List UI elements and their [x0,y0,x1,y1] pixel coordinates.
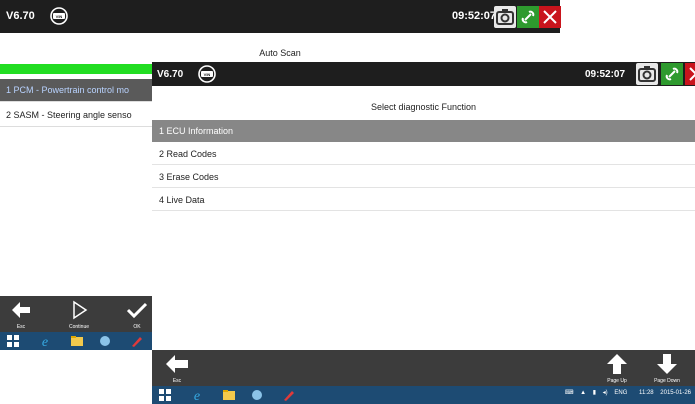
menu-item-live-data[interactable]: 4 Live Data [152,189,695,211]
play-icon [73,300,88,320]
menu-item-erase-codes[interactable]: 3 Erase Codes [152,166,695,188]
internet-explorer-icon[interactable]: e [38,334,52,348]
taskbar: e [0,332,155,350]
screenshot-button[interactable] [636,63,658,85]
menu-item-read-codes[interactable]: 2 Read Codes [152,143,695,165]
chevron-up-icon[interactable]: ▲ [580,390,586,396]
scan-progress-bar [0,64,155,74]
close-icon [689,67,695,81]
camera-icon [638,66,656,82]
svg-text:e: e [42,335,48,348]
page-title: Auto Scan [259,48,301,58]
file-explorer-icon[interactable] [70,334,84,348]
windows-start-icon[interactable] [158,388,172,402]
link-icon [665,67,679,81]
checkmark-icon [126,302,148,319]
close-button[interactable] [685,63,695,85]
taskbar: e ⌨ ▲ ▮ ◂) ENG 11:28 2015-01-26 [152,386,695,404]
page-down-button[interactable]: Page Down [648,350,686,386]
internet-explorer-icon[interactable]: e [190,388,204,402]
vin-scan-icon[interactable]: VIN [46,7,72,25]
network-icon[interactable]: ▮ [593,390,596,396]
ok-button[interactable]: OK [118,296,156,332]
arrow-down-icon [657,354,677,374]
esc-button[interactable]: Esc [158,350,196,386]
close-icon [543,10,557,24]
clock: 09:52:07 [585,69,626,80]
language-indicator[interactable]: ENG [614,390,627,396]
app-icon[interactable] [250,388,264,402]
link-icon [521,10,535,24]
pen-icon[interactable] [130,334,144,348]
volume-icon[interactable]: ◂) [603,390,608,396]
svg-text:VIN: VIN [56,14,63,19]
screenshot-button[interactable] [494,6,516,28]
svg-text:VIN: VIN [204,72,211,77]
connect-button[interactable] [661,63,683,85]
file-explorer-icon[interactable] [222,388,236,402]
arrow-up-icon [607,354,627,374]
tray-clock: 11:28 2015-01-26 [639,390,691,396]
vin-scan-icon[interactable]: VIN [194,65,220,83]
keyboard-icon[interactable]: ⌨ [565,390,574,396]
bottom-toolbar: Esc Continue OK [0,296,155,332]
top-bar: V6.70 VIN 09:52:07 [152,62,695,86]
bottom-toolbar: Esc Page Up Page Down [152,350,695,386]
page-up-button[interactable]: Page Up [598,350,636,386]
list-item[interactable]: 1 PCM - Powertrain control mo [0,79,155,102]
esc-button[interactable]: Esc [2,296,40,332]
list-item[interactable]: 2 SASM - Steering angle senso [0,104,155,127]
diagnostic-function-window: V6.70 VIN 09:52:07 Select diagnostic Fun… [152,62,695,404]
clock: 09:52:07 [452,10,497,22]
page-title: Select diagnostic Function [370,102,477,112]
menu-item-ecu-information[interactable]: 1 ECU Information [152,120,695,142]
connect-button[interactable] [517,6,539,28]
system-tray: ⌨ ▲ ▮ ◂) ENG 11:28 2015-01-26 [560,389,691,396]
version-label: V6.70 [6,10,35,22]
pen-icon[interactable] [282,388,296,402]
arrow-left-icon [166,355,188,373]
windows-start-icon[interactable] [6,334,20,348]
svg-text:e: e [194,389,200,402]
arrow-left-icon [12,302,30,318]
close-button[interactable] [539,6,561,28]
version-label: V6.70 [157,69,184,80]
camera-icon [496,9,514,25]
top-bar: V6.70 VIN 09:52:07 [0,0,561,33]
app-icon[interactable] [98,334,112,348]
continue-button[interactable]: Continue [60,296,98,332]
